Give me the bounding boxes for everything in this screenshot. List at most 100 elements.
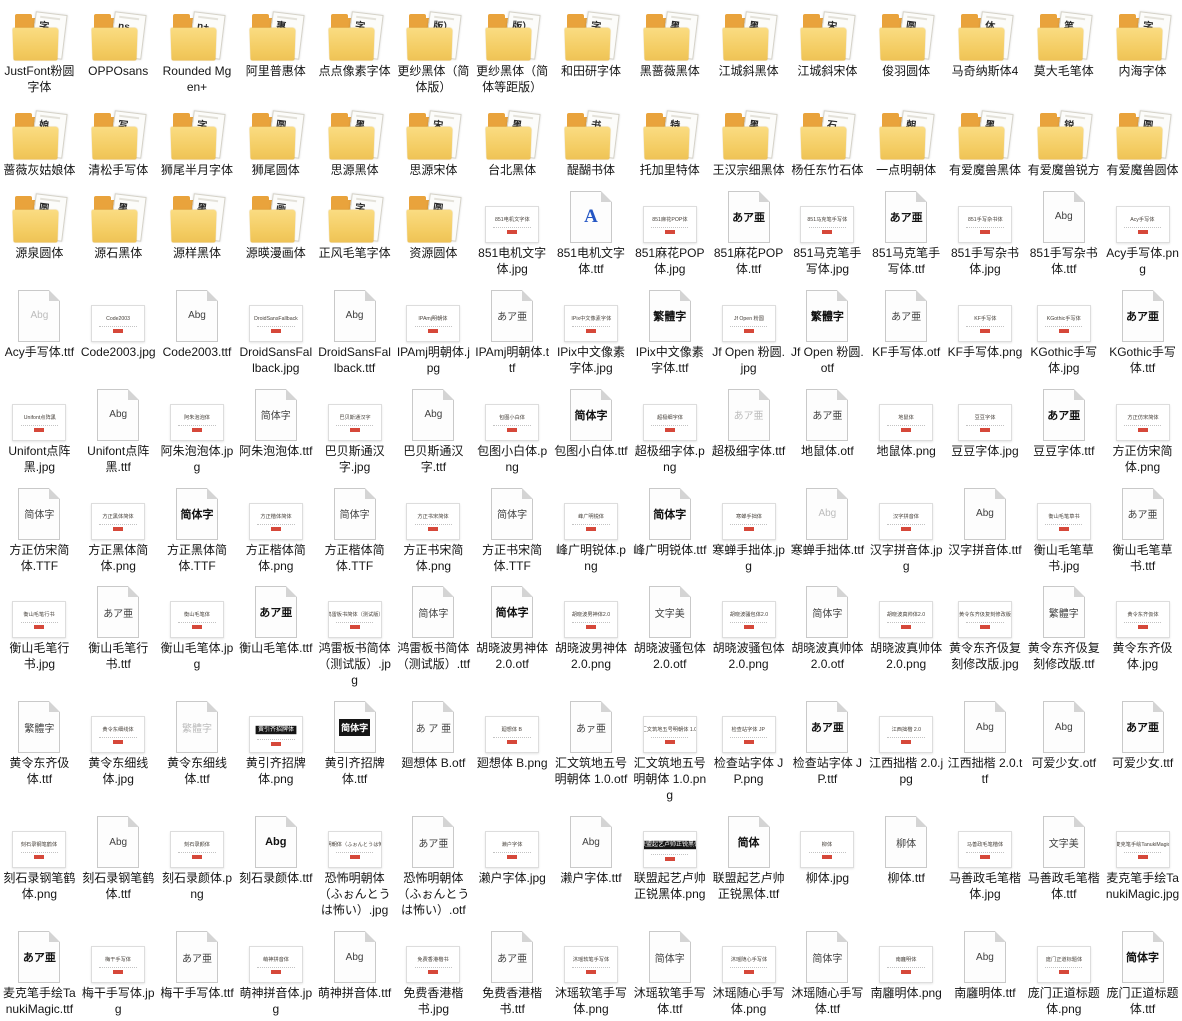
- file-item[interactable]: あア亜IPAmj明朝体.ttf: [473, 281, 552, 380]
- folder-item[interactable]: 字体和田研字体: [552, 0, 631, 83]
- file-item[interactable]: 超极细字体超极细字体.png: [630, 380, 709, 479]
- file-item[interactable]: 检查站字体 JP检查站字体 JP.png: [709, 692, 788, 791]
- folder-item[interactable]: 黑体王汉宗细黑体: [709, 99, 788, 182]
- file-item[interactable]: あア亜豆豆字体.ttf: [1024, 380, 1103, 463]
- file-item[interactable]: 851麻花POP体851麻花POP体.jpg: [630, 182, 709, 281]
- file-item[interactable]: あア亜851麻花POP体.ttf: [709, 182, 788, 281]
- file-item[interactable]: 胡晓波骚包体2.0胡晓波骚包体2.0.png: [709, 577, 788, 676]
- folder-item[interactable]: 黑体有爱魔兽黑体: [946, 99, 1025, 182]
- file-item[interactable]: あァ亜汇文筑地五号明朝体 1.0.otf: [552, 692, 631, 791]
- folder-item[interactable]: 写体清松手写体: [79, 99, 158, 182]
- file-item[interactable]: 简体字方正黑体简体.TTF: [158, 479, 237, 578]
- file-item[interactable]: あア亜衡山毛笔体.ttf: [236, 577, 315, 660]
- file-item[interactable]: Abg汉字拼音体.ttf: [946, 479, 1025, 562]
- folder-item[interactable]: 字体内海字体: [1103, 0, 1182, 83]
- file-item[interactable]: 鸿雷板书简体（测试版）鸿雷板书简体（测试版）.jpg: [315, 577, 394, 692]
- folder-item[interactable]: 黑体黑蔷薇黑体: [630, 0, 709, 83]
- file-item[interactable]: Jf Open 粉圆Jf Open 粉圆.jpg: [709, 281, 788, 380]
- file-item[interactable]: 廻想体 B廻想体 B.png: [473, 692, 552, 775]
- folder-item[interactable]: 圆体俊羽圆体: [867, 0, 946, 83]
- file-item[interactable]: Abg萌神拼音体.ttf: [315, 922, 394, 1005]
- file-item[interactable]: 简体字胡晓波男神体2.0.otf: [473, 577, 552, 676]
- file-item[interactable]: 免费香港楷书免费香港楷书.jpg: [394, 922, 473, 1021]
- folder-item[interactable]: n+Rounded Mgen+: [158, 0, 237, 99]
- folder-item[interactable]: 圆体有爱魔兽圆体: [1103, 99, 1182, 182]
- folder-item[interactable]: 圆体资源圆体: [394, 182, 473, 265]
- file-item[interactable]: KF手写体KF手写体.png: [946, 281, 1025, 364]
- folder-item[interactable]: 版）更纱黑体（简体等距版）: [473, 0, 552, 99]
- folder-item[interactable]: 黑体台北黑体: [473, 99, 552, 182]
- file-item[interactable]: 沐瑶软笔手写体沐瑶软笔手写体.png: [552, 922, 631, 1021]
- folder-item[interactable]: 体4马奇纳斯体4: [946, 0, 1025, 83]
- file-item[interactable]: 繁體字黄令东齐伋体.ttf: [0, 692, 79, 791]
- file-item[interactable]: 柳体柳体.jpg: [788, 807, 867, 890]
- file-item[interactable]: Unifont点阵黑Unifont点阵黑.jpg: [0, 380, 79, 479]
- file-item[interactable]: 简体字黄引齐招牌体.ttf: [315, 692, 394, 791]
- file-item[interactable]: 阿朱泡泡体阿朱泡泡体.jpg: [158, 380, 237, 479]
- file-item[interactable]: Acy手写体Acy手写体.png: [1103, 182, 1182, 281]
- folder-item[interactable]: 锐方有爱魔兽锐方: [1024, 99, 1103, 182]
- file-item[interactable]: 方正黑体简体方正黑体简体.png: [79, 479, 158, 578]
- folder-item[interactable]: 黑体源石黑体: [79, 182, 158, 265]
- file-item[interactable]: Abg江西拙楷 2.0.ttf: [946, 692, 1025, 791]
- folder-item[interactable]: 书体醍醐书体: [552, 99, 631, 182]
- file-item[interactable]: あア亜可爱少女.ttf: [1103, 692, 1182, 775]
- file-item[interactable]: あア亜851马克笔手写体.ttf: [867, 182, 946, 281]
- file-item[interactable]: 濑户字体濑户字体.jpg: [473, 807, 552, 890]
- file-item[interactable]: 江西拙楷 2.0江西拙楷 2.0.jpg: [867, 692, 946, 791]
- file-item[interactable]: 刻石录钢笔鹤体刻石录钢笔鹤体.png: [0, 807, 79, 906]
- file-item[interactable]: 沐瑶随心手写体沐瑶随心手写体.png: [709, 922, 788, 1021]
- file-item[interactable]: 简体字阿朱泡泡体.ttf: [236, 380, 315, 463]
- folder-item[interactable]: 宋体思源宋体: [394, 99, 473, 182]
- file-item[interactable]: 方正书宋简体方正书宋简体.png: [394, 479, 473, 578]
- file-item[interactable]: 胡晓波真帅体2.0胡晓波真帅体2.0.png: [867, 577, 946, 676]
- file-item[interactable]: 胡晓波男神体2.0胡晓波男神体2.0.png: [552, 577, 631, 676]
- file-item[interactable]: Code2003Code2003.jpg: [79, 281, 158, 364]
- file-item[interactable]: 黄令东齐伋复刻修改版黄令东齐伋复刻修改版.jpg: [946, 577, 1025, 676]
- file-item[interactable]: 联盟起艺卢帅正锐黑体联盟起艺卢帅正锐黑体.png: [630, 807, 709, 906]
- file-item[interactable]: 简体字方正仿宋简体.TTF: [0, 479, 79, 578]
- file-item[interactable]: IPAmj明朝体IPAmj明朝体.jpg: [394, 281, 473, 380]
- file-item[interactable]: 恐怖明朝体（ふぉんとうは怖い）恐怖明朝体（ふぉんとうは怖い）.jpg: [315, 807, 394, 922]
- file-item[interactable]: DroidSansFallbackDroidSansFallback.jpg: [236, 281, 315, 380]
- folder-item[interactable]: 字体JustFont粉圆字体: [0, 0, 79, 99]
- folder-item[interactable]: 惠体阿里普惠体: [236, 0, 315, 83]
- file-item[interactable]: 简体字庞门正道标题体.ttf: [1103, 922, 1182, 1021]
- file-item[interactable]: 851电机文字体851电机文字体.jpg: [473, 182, 552, 281]
- file-item[interactable]: あア亜超极细字体.ttf: [709, 380, 788, 463]
- file-item[interactable]: 851马克笔手写体851马克笔手写体.jpg: [788, 182, 867, 281]
- file-item[interactable]: Abg刻石录钢笔鹤体.ttf: [79, 807, 158, 906]
- file-item[interactable]: 方正楷体简体方正楷体简体.png: [236, 479, 315, 578]
- file-item[interactable]: あア亜恐怖明朝体（ふぉんとうは怖い）.otf: [394, 807, 473, 922]
- folder-item[interactable]: 石体杨任东竹石体: [788, 99, 867, 182]
- file-item[interactable]: 地鼠体地鼠体.png: [867, 380, 946, 463]
- folder-item[interactable]: 画体源暎漫画体: [236, 182, 315, 265]
- file-item[interactable]: KGothic手写体KGothic手写体.jpg: [1024, 281, 1103, 380]
- file-item[interactable]: Abg巴贝斯通汉字.ttf: [394, 380, 473, 479]
- folder-item[interactable]: 黑体江城斜黑体: [709, 0, 788, 83]
- folder-item[interactable]: 娘体蔷薇灰姑娘体: [0, 99, 79, 182]
- file-item[interactable]: あア亜免费香港楷书.ttf: [473, 922, 552, 1021]
- file-item[interactable]: AbgDroidSansFallback.ttf: [315, 281, 394, 380]
- file-item[interactable]: 柳体柳体.ttf: [867, 807, 946, 890]
- file-item[interactable]: あア亜衡山毛笔行书.ttf: [79, 577, 158, 676]
- folder-item[interactable]: 字体点点像素字体: [315, 0, 394, 83]
- file-item[interactable]: Abg濑户字体.ttf: [552, 807, 631, 890]
- file-item[interactable]: あ ア 亜廻想体 B.otf: [394, 692, 473, 775]
- file-item[interactable]: あア亜梅干手写体.ttf: [158, 922, 237, 1005]
- file-item[interactable]: 豆豆字体豆豆字体.jpg: [946, 380, 1025, 463]
- file-item[interactable]: Abg可爱少女.otf: [1024, 692, 1103, 775]
- file-item[interactable]: 衡山毛笔草书衡山毛笔草书.jpg: [1024, 479, 1103, 578]
- file-item[interactable]: 简体字沐瑶随心手写体.ttf: [788, 922, 867, 1021]
- file-item[interactable]: 峰广明锐体峰广明锐体.png: [552, 479, 631, 578]
- file-item[interactable]: AbgUnifont点阵黑.ttf: [79, 380, 158, 479]
- file-item[interactable]: 梅干手写体梅干手写体.jpg: [79, 922, 158, 1021]
- folder-item[interactable]: 笔体莫大毛笔体: [1024, 0, 1103, 83]
- file-item[interactable]: 851手写杂书体851手写杂书体.jpg: [946, 182, 1025, 281]
- file-item[interactable]: 简体联盟起艺卢帅正锐黑体.ttf: [709, 807, 788, 906]
- file-item[interactable]: AbgCode2003.ttf: [158, 281, 237, 364]
- folder-item[interactable]: 黑体源样黑体: [158, 182, 237, 265]
- file-item[interactable]: あア亜地鼠体.otf: [788, 380, 867, 463]
- file-item[interactable]: 衡山毛笔行书衡山毛笔行书.jpg: [0, 577, 79, 676]
- file-item[interactable]: 文字美胡晓波骚包体2.0.otf: [630, 577, 709, 676]
